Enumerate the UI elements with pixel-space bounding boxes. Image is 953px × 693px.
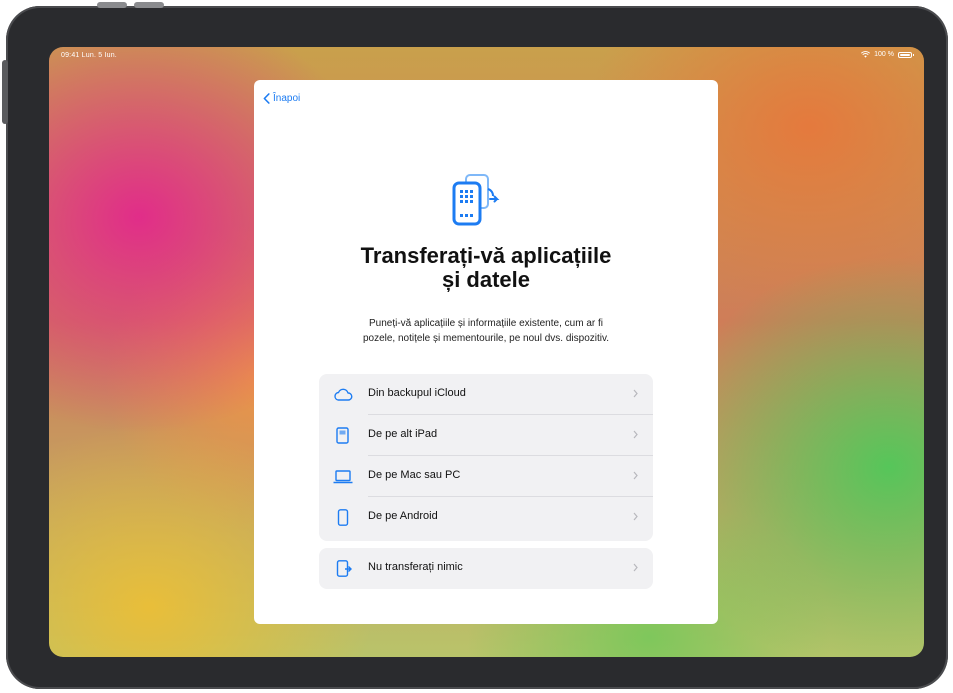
chevron-right-icon bbox=[633, 512, 638, 521]
option-mac-pc[interactable]: De pe Mac sau PC bbox=[319, 456, 653, 497]
top-button bbox=[97, 2, 127, 8]
battery-icon bbox=[898, 51, 914, 58]
laptop-icon bbox=[333, 470, 353, 484]
option-label: Din backupul iCloud bbox=[368, 387, 466, 399]
option-other-ipad[interactable]: De pe alt iPad bbox=[319, 415, 653, 456]
chevron-right-icon bbox=[633, 389, 638, 398]
battery-percent: 100 % bbox=[874, 51, 894, 58]
status-bar: 09:41 Lun. 5 Iun. 100 % bbox=[49, 47, 924, 65]
status-right: 100 % bbox=[861, 51, 914, 58]
volume-button bbox=[2, 60, 8, 124]
wifi-icon bbox=[861, 51, 871, 58]
option-no-transfer[interactable]: Nu transferați nimic bbox=[319, 548, 653, 589]
cloud-icon bbox=[334, 388, 353, 401]
transfer-sheet: Înapoi Transferați-vă aplicațiile și dat… bbox=[254, 80, 718, 624]
top-button-2 bbox=[134, 2, 164, 8]
skip-transfer-list: Nu transferați nimic bbox=[319, 548, 653, 589]
ipad-screen: 09:41 Lun. 5 Iun. 100 % Înapoi Transfera… bbox=[49, 47, 924, 657]
back-label: Înapoi bbox=[273, 93, 301, 104]
page-subtitle: Puneți-vă aplicațiile și informațiile ex… bbox=[314, 316, 658, 346]
transfer-apps-icon bbox=[452, 174, 500, 226]
title-line-2: și datele bbox=[441, 267, 531, 292]
chevron-left-icon bbox=[263, 93, 270, 104]
option-label: De pe Mac sau PC bbox=[368, 469, 461, 481]
no-transfer-icon bbox=[336, 560, 352, 577]
subtitle-line-2: pozele, notițele și mementourile, pe nou… bbox=[362, 333, 610, 344]
status-time-date: 09:41 Lun. 5 Iun. bbox=[61, 52, 117, 59]
chevron-right-icon bbox=[633, 471, 638, 480]
transfer-options-list: Din backupul iCloud De pe alt iPad De pe… bbox=[319, 374, 653, 541]
phone-icon bbox=[337, 509, 349, 526]
option-label: Nu transferați nimic bbox=[368, 561, 463, 573]
page-title: Transferați-vă aplicațiile și datele bbox=[254, 244, 718, 292]
back-button[interactable]: Înapoi bbox=[263, 93, 300, 104]
chevron-right-icon bbox=[633, 430, 638, 439]
option-label: De pe alt iPad bbox=[368, 428, 438, 440]
subtitle-line-1: Puneți-vă aplicațiile și informațiile ex… bbox=[369, 318, 603, 329]
chevron-right-icon bbox=[633, 563, 638, 572]
option-android[interactable]: De pe Android bbox=[319, 497, 653, 538]
title-line-1: Transferați-vă aplicațiile bbox=[360, 243, 612, 268]
option-icloud-backup[interactable]: Din backupul iCloud bbox=[319, 374, 653, 415]
option-label: De pe Android bbox=[368, 510, 438, 522]
ipad-icon bbox=[336, 427, 349, 444]
